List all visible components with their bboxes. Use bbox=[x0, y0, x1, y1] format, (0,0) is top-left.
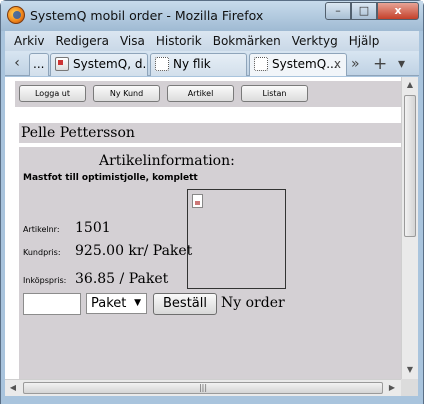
article-panel: Artikelinformation: Mastfot till optimis… bbox=[19, 147, 401, 379]
nav-panel: Logga ut Ny Kund Artikel Listan bbox=[15, 81, 401, 107]
logout-button[interactable]: Logga ut bbox=[19, 85, 86, 102]
horizontal-scrollbar[interactable]: ◀ ||| ▶ bbox=[5, 379, 401, 396]
window-title: SystemQ mobil order - Mozilla Firefox bbox=[30, 8, 264, 23]
blank-page-icon bbox=[155, 57, 169, 71]
menu-bar: Arkiv Redigera Visa Historik Bokmärken V… bbox=[5, 31, 419, 51]
article-number-value: 1501 bbox=[75, 220, 111, 236]
tab-systemq-1[interactable]: SystemQ, d... bbox=[50, 53, 148, 76]
menu-bokmarken[interactable]: Bokmärken bbox=[213, 34, 281, 48]
tab-label: SystemQ... bbox=[272, 57, 338, 71]
page-content: Logga ut Ny Kund Artikel Listan Pelle Pe… bbox=[5, 77, 401, 379]
purchase-price-value: 36.85 / Paket bbox=[75, 271, 169, 287]
title-bar[interactable]: SystemQ mobil order - Mozilla Firefox – … bbox=[1, 1, 423, 31]
window-bottom-frame bbox=[1, 396, 423, 404]
tab-label: SystemQ, d... bbox=[73, 57, 148, 71]
section-title: Artikelinformation: bbox=[99, 153, 235, 169]
tab-ny-flik[interactable]: Ny flik bbox=[150, 53, 247, 76]
chevron-down-icon: ▼ bbox=[134, 298, 141, 308]
new-tab-icon[interactable]: + bbox=[373, 54, 387, 74]
tab-label: Ny flik bbox=[173, 57, 211, 71]
list-all-tabs-icon[interactable]: ▾ bbox=[398, 54, 405, 74]
menu-verktyg[interactable]: Verktyg bbox=[292, 34, 338, 48]
minimize-button[interactable]: – bbox=[325, 2, 351, 20]
customer-name: Pelle Pettersson bbox=[19, 123, 401, 143]
vertical-scroll-thumb[interactable] bbox=[404, 95, 416, 237]
customer-price-label: Kundpris: bbox=[23, 248, 61, 257]
horizontal-scroll-thumb[interactable]: ||| bbox=[23, 382, 383, 394]
tab-bar: ‹ ... SystemQ, d... Ny flik SystemQ... x… bbox=[5, 51, 419, 76]
purchase-price-label: Inköpspris: bbox=[23, 276, 67, 285]
scroll-tabs-right-icon[interactable]: » bbox=[351, 54, 360, 74]
scroll-up-icon[interactable]: ▲ bbox=[402, 77, 418, 93]
menu-redigera[interactable]: Redigera bbox=[56, 34, 109, 48]
quantity-input[interactable] bbox=[23, 293, 81, 315]
scroll-right-icon[interactable]: ▶ bbox=[384, 380, 400, 396]
unit-select[interactable]: Paket ▼ bbox=[86, 293, 147, 314]
maximize-button[interactable]: □ bbox=[351, 2, 377, 20]
new-customer-button[interactable]: Ny Kund bbox=[93, 85, 160, 102]
menu-hjalp[interactable]: Hjälp bbox=[349, 34, 380, 48]
new-order-link[interactable]: Ny order bbox=[221, 295, 285, 311]
customer-price-value: 925.00 kr/ Paket bbox=[75, 243, 193, 259]
vertical-scrollbar[interactable]: ▲ ▼ bbox=[401, 77, 418, 379]
menu-historik[interactable]: Historik bbox=[156, 34, 202, 48]
unit-select-value: Paket bbox=[91, 296, 127, 311]
article-button[interactable]: Artikel bbox=[167, 85, 234, 102]
scroll-left-icon[interactable]: ◀ bbox=[5, 380, 21, 396]
scroll-down-icon[interactable]: ▼ bbox=[402, 362, 418, 378]
page-icon bbox=[55, 57, 69, 71]
scroll-tabs-left-icon[interactable]: ‹ bbox=[7, 53, 27, 74]
scrollbar-corner bbox=[401, 379, 418, 396]
article-image bbox=[187, 189, 286, 289]
browser-window: SystemQ mobil order - Mozilla Firefox – … bbox=[0, 0, 424, 404]
article-number-label: Artikelnr: bbox=[23, 225, 60, 234]
menu-arkiv[interactable]: Arkiv bbox=[14, 34, 45, 48]
article-name: Mastfot till optimistjolle, komplett bbox=[23, 173, 198, 183]
firefox-logo-icon bbox=[7, 6, 25, 24]
order-button[interactable]: Beställ bbox=[153, 293, 217, 315]
list-button[interactable]: Listan bbox=[241, 85, 308, 102]
blank-page-icon bbox=[254, 57, 268, 71]
close-window-button[interactable]: x bbox=[377, 2, 419, 20]
window-controls: – □ x bbox=[325, 2, 419, 20]
tab-systemq-active[interactable]: SystemQ... x bbox=[249, 53, 347, 76]
broken-image-icon bbox=[192, 194, 203, 208]
tab-overflow[interactable]: ... bbox=[29, 53, 49, 76]
close-tab-icon[interactable]: x bbox=[334, 54, 341, 75]
menu-visa[interactable]: Visa bbox=[120, 34, 145, 48]
